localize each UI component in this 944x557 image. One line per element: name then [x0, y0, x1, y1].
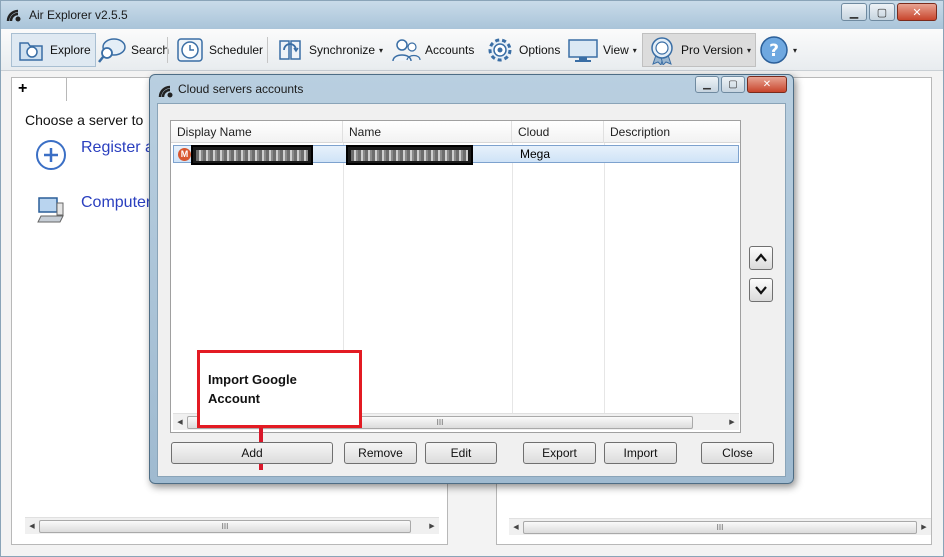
- dialog-close-x-button[interactable]: ✕: [747, 76, 787, 93]
- options-label: Options: [519, 43, 561, 57]
- import-button[interactable]: Import: [604, 442, 677, 464]
- accounts-label: Accounts: [425, 43, 475, 57]
- explore-label: Explore: [50, 43, 91, 57]
- table-row[interactable]: M Mega: [173, 145, 739, 165]
- scroll-thumb[interactable]: III: [523, 520, 917, 534]
- dialog-title: Cloud servers accounts: [178, 82, 304, 96]
- chevron-down-icon: [755, 286, 767, 295]
- scheduler-label: Scheduler: [209, 43, 264, 57]
- clock-icon: [177, 38, 203, 62]
- scroll-right-icon[interactable]: ▶: [917, 523, 931, 531]
- dialog-minimize-button[interactable]: ▁: [695, 76, 719, 93]
- explore-button[interactable]: Explore: [11, 33, 96, 67]
- svg-text:?: ?: [769, 41, 779, 61]
- award-ribbon-icon: [651, 37, 673, 65]
- column-header-description[interactable]: Description: [604, 121, 740, 143]
- choose-server-text: Choose a server to: [25, 112, 144, 128]
- register-server-item[interactable]: Register a: [35, 139, 154, 171]
- air-explorer-logo-icon: [6, 9, 21, 22]
- dialog-maximize-button[interactable]: ▢: [721, 76, 745, 93]
- cloud-cell: Mega: [520, 147, 551, 161]
- scroll-left-icon[interactable]: ◀: [173, 418, 187, 426]
- toolbar-separator: [167, 37, 168, 63]
- scroll-thumb[interactable]: III: [39, 519, 411, 533]
- new-tab-button[interactable]: +: [11, 77, 67, 101]
- view-button[interactable]: View ▾: [563, 33, 641, 67]
- search-icon: [98, 38, 126, 63]
- chevron-down-icon: ▾: [793, 45, 798, 55]
- column-divider: [604, 143, 605, 413]
- pro-version-label: Pro Version: [681, 43, 744, 57]
- help-button[interactable]: ? ▾: [755, 33, 801, 67]
- toolbar-separator: [267, 37, 268, 63]
- move-up-button[interactable]: [749, 246, 773, 270]
- monitor-icon: [568, 39, 598, 62]
- search-label: Search: [131, 43, 170, 57]
- explore-icon: [19, 42, 43, 61]
- import-google-annotation: Import Google Account: [197, 350, 362, 428]
- column-header-cloud[interactable]: Cloud: [512, 121, 604, 143]
- computer-item[interactable]: Computer: [35, 194, 151, 226]
- scheduler-button[interactable]: Scheduler: [171, 33, 267, 67]
- redacted-display-name: [191, 145, 313, 165]
- column-header-name[interactable]: Name: [343, 121, 512, 143]
- add-button[interactable]: Add: [171, 442, 333, 464]
- synchronize-button[interactable]: Synchronize ▾: [271, 33, 387, 67]
- maximize-button[interactable]: ▢: [869, 3, 895, 21]
- chevron-down-icon: ▾: [632, 45, 637, 55]
- sync-icon: [279, 40, 301, 60]
- toolbar: Explore Search Scheduler Synchronize ▾ A…: [1, 29, 943, 71]
- computer-label: Computer: [81, 194, 152, 211]
- accounts-icon: [392, 39, 421, 62]
- chevron-down-icon: ▾: [379, 45, 384, 55]
- search-button[interactable]: Search: [93, 33, 173, 67]
- accounts-list[interactable]: Display Name Name Cloud Description M Me…: [170, 120, 741, 470]
- column-header-display-name[interactable]: Display Name: [171, 121, 343, 143]
- view-label: View: [603, 43, 629, 57]
- accounts-button[interactable]: Accounts: [387, 33, 478, 67]
- title-bar: Air Explorer v2.5.5 ▁ ▢ ✕: [1, 1, 943, 29]
- scroll-left-icon[interactable]: ◀: [25, 522, 39, 530]
- move-down-button[interactable]: [749, 278, 773, 302]
- scroll-left-icon[interactable]: ◀: [509, 523, 523, 531]
- options-button[interactable]: Options: [481, 33, 564, 67]
- plus-circle-icon: [36, 140, 66, 170]
- mega-icon: M: [178, 148, 191, 161]
- list-header: Display Name Name Cloud Description: [171, 121, 740, 143]
- redacted-name: [346, 145, 473, 165]
- left-pane-hscrollbar[interactable]: ◀ III ▶: [25, 517, 439, 534]
- help-icon: ?: [760, 36, 788, 64]
- minimize-button[interactable]: ▁: [841, 3, 867, 21]
- edit-button[interactable]: Edit: [425, 442, 497, 464]
- close-button[interactable]: Close: [701, 442, 774, 464]
- chevron-up-icon: [755, 253, 767, 262]
- air-explorer-logo-icon: [158, 85, 173, 98]
- close-window-button[interactable]: ✕: [897, 3, 937, 21]
- synchronize-label: Synchronize: [309, 43, 376, 57]
- gear-icon: [488, 38, 512, 62]
- remove-button[interactable]: Remove: [344, 442, 417, 464]
- window-title: Air Explorer v2.5.5: [29, 8, 128, 22]
- chevron-down-icon: ▾: [747, 45, 752, 55]
- export-button[interactable]: Export: [523, 442, 596, 464]
- scroll-right-icon[interactable]: ▶: [725, 418, 739, 426]
- right-pane-hscrollbar[interactable]: ◀ III ▶: [509, 518, 931, 535]
- computer-icon: [37, 197, 64, 223]
- dialog-body: Display Name Name Cloud Description M Me…: [157, 103, 786, 477]
- register-server-label: Register a: [81, 139, 154, 156]
- pro-version-button[interactable]: Pro Version ▾: [642, 33, 757, 67]
- scroll-right-icon[interactable]: ▶: [425, 522, 439, 530]
- column-divider: [512, 143, 513, 413]
- cloud-accounts-dialog: Cloud servers accounts ▁ ▢ ✕ Display Nam…: [149, 74, 794, 484]
